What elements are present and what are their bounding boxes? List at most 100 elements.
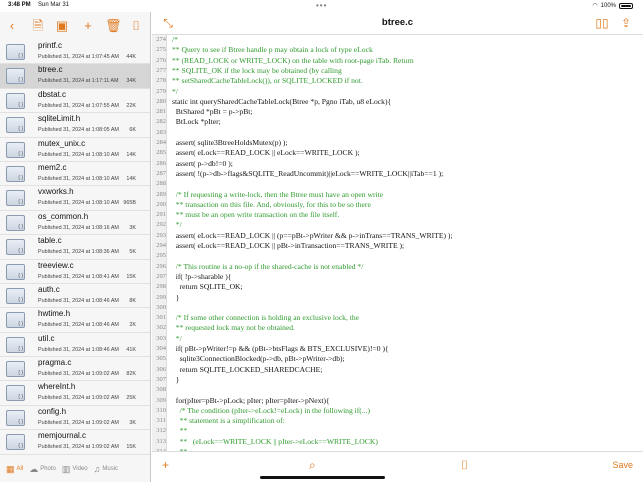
line-text: assert( !(p->db->flags&SQLITE_ReadUncomm… bbox=[172, 168, 444, 178]
file-size: 14K bbox=[126, 151, 136, 158]
tab-all[interactable]: ▦ All bbox=[6, 464, 23, 475]
c-file-icon bbox=[6, 361, 25, 378]
c-file-icon bbox=[6, 287, 25, 304]
code-line: 303 */ bbox=[152, 334, 643, 344]
file-size: 25K bbox=[126, 395, 136, 402]
file-list-item[interactable]: dbstat.c Published 31, 2024 at 1:07:55 AM… bbox=[0, 89, 150, 114]
file-list-item[interactable]: vxworks.h Published 31, 2024 at 1:08:10 A… bbox=[0, 186, 150, 211]
line-text: assert( eLock==READ_LOCK || (p==pBt->pWr… bbox=[172, 230, 453, 240]
file-date: Published 31, 2024 at 1:08:46 AM bbox=[38, 346, 119, 353]
code-line: 276 ** (READ_LOCK or WRITE_LOCK) on the t… bbox=[152, 56, 643, 66]
file-size: 22K bbox=[126, 102, 136, 109]
line-text: ** statement is a simplification of: bbox=[172, 416, 285, 426]
line-number: 303 bbox=[156, 334, 166, 342]
file-list-item[interactable]: table.c Published 31, 2024 at 1:08:36 AM 5… bbox=[0, 235, 150, 260]
line-text: ** Query to see if Btree handle p may ob… bbox=[172, 45, 373, 55]
home-indicator[interactable] bbox=[260, 476, 385, 479]
file-size: 82K bbox=[126, 371, 136, 378]
line-number: 285 bbox=[156, 149, 166, 157]
file-list-item[interactable]: btree.c Published 31, 2024 at 1:17:11 AM 3… bbox=[0, 64, 150, 89]
file-list-item[interactable]: memjournal.c Published 31, 2024 at 1:09:0… bbox=[0, 430, 150, 455]
add-icon[interactable]: + bbox=[162, 458, 169, 472]
share-icon[interactable]: ⇪ bbox=[618, 15, 634, 31]
status-time: 3:48 PM bbox=[8, 2, 31, 8]
file-list-item[interactable]: mem2.c Published 31, 2024 at 1:08:10 AM 14… bbox=[0, 162, 150, 187]
file-name: os_common.h bbox=[38, 211, 89, 221]
tab-photo[interactable]: ☁ Photo bbox=[29, 464, 56, 475]
box-icon[interactable]: ▣ bbox=[54, 18, 70, 34]
line-text: */ bbox=[172, 86, 178, 96]
file-name: table.c bbox=[38, 236, 62, 246]
back-icon[interactable]: ‹ bbox=[4, 18, 20, 34]
file-size: 5K bbox=[129, 249, 136, 256]
new-file-icon[interactable]: 🗎 bbox=[30, 18, 46, 34]
file-list-item[interactable]: whereInt.h Published 31, 2024 at 1:09:02 … bbox=[0, 381, 150, 406]
status-date: Sun Mar 31 bbox=[38, 2, 70, 8]
grid-icon: ▦ bbox=[6, 463, 15, 474]
camera-icon[interactable]: ⌷ bbox=[128, 18, 144, 34]
code-line: 285 assert( eLock==READ_LOCK || eLock==W… bbox=[152, 148, 643, 158]
camera-icon[interactable]: ⌷ bbox=[461, 458, 468, 472]
code-line: 295 bbox=[152, 251, 643, 261]
file-list-item[interactable]: mutex_unix.c Published 31, 2024 at 1:08:1… bbox=[0, 138, 150, 162]
line-text: BtLock *pIter; bbox=[172, 117, 221, 127]
file-name: sqliteLimit.h bbox=[38, 114, 81, 124]
line-text: return SQLITE_LOCKED_SHAREDCACHE; bbox=[172, 364, 323, 374]
file-list-item[interactable]: util.c Published 31, 2024 at 1:08:46 AM 41… bbox=[0, 333, 150, 358]
file-list-item[interactable]: hwtime.h Published 31, 2024 at 1:08:46 AM… bbox=[0, 308, 150, 333]
code-line: 307 } bbox=[152, 375, 643, 385]
editor-bottom-toolbar: + ⌕ ⌷ Save bbox=[152, 451, 643, 483]
line-text: ** (eLock==WRITE_LOCK || pIter->eLock==W… bbox=[172, 436, 378, 446]
multitasking-dots-icon[interactable]: ••• bbox=[316, 2, 327, 10]
line-text: */ bbox=[172, 220, 182, 230]
code-line: 286 assert( p->db!=0 ); bbox=[152, 159, 643, 169]
file-list-item[interactable]: config.h Published 31, 2024 at 1:09:02 AM… bbox=[0, 406, 150, 431]
book-icon[interactable]: ▯▯ bbox=[594, 15, 610, 31]
video-icon: ▥ bbox=[61, 463, 71, 474]
file-list[interactable]: printf.c Published 31, 2024 at 1:07:45 AM… bbox=[0, 40, 150, 460]
line-number: 274 bbox=[156, 36, 166, 43]
tab-label: Video bbox=[72, 466, 88, 472]
line-number: 290 bbox=[156, 200, 166, 208]
trash-icon[interactable]: 🗑 bbox=[105, 18, 122, 34]
line-text: } bbox=[172, 374, 180, 384]
line-text: ** requested lock may not be obtained. bbox=[172, 323, 295, 333]
line-number: 309 bbox=[156, 396, 166, 404]
c-file-icon bbox=[6, 165, 25, 182]
editor-header: ⤡ btree.c ▯▯ ⇪ bbox=[152, 12, 643, 35]
search-icon[interactable]: ⌕ bbox=[309, 458, 316, 472]
line-number: 308 bbox=[156, 386, 166, 394]
save-button[interactable]: Save bbox=[612, 460, 633, 470]
line-text: assert( sqlite3BtreeHoldsMutex(p) ); bbox=[172, 138, 288, 147]
file-date: Published 31, 2024 at 1:07:45 AM bbox=[38, 54, 119, 60]
code-editor[interactable]: 274 /* 275 ** Query to see if Btree handle … bbox=[152, 35, 643, 451]
file-list-item[interactable]: os_common.h Published 31, 2024 at 1:08:16… bbox=[0, 211, 150, 236]
tab-label: Music bbox=[102, 466, 119, 472]
line-number: 280 bbox=[156, 97, 166, 105]
file-list-item[interactable]: sqliteLimit.h Published 31, 2024 at 1:08:… bbox=[0, 113, 150, 138]
file-date: Published 31, 2024 at 1:09:02 AM bbox=[38, 371, 119, 378]
line-text: ** setSharedCacheTableLock()), or SQLITE… bbox=[172, 76, 363, 86]
file-list-item[interactable]: printf.c Published 31, 2024 at 1:07:45 AM… bbox=[0, 40, 150, 65]
add-icon[interactable]: + bbox=[80, 18, 96, 34]
line-number: 281 bbox=[156, 108, 166, 116]
line-number: 310 bbox=[156, 406, 166, 414]
sidebar-toolbar: ‹ 🗎 ▣ + 🗑 ⌷ bbox=[0, 16, 151, 38]
line-number: 284 bbox=[156, 139, 166, 146]
line-number: 283 bbox=[156, 128, 166, 136]
file-list-item[interactable]: treeview.c Published 31, 2024 at 1:08:41 … bbox=[0, 260, 150, 284]
code-line: 287 assert( !(p->db->flags&SQLITE_ReadUn… bbox=[152, 169, 643, 179]
c-file-icon bbox=[6, 214, 25, 231]
code-line: 279 */ bbox=[152, 87, 643, 97]
file-list-item[interactable]: pragma.c Published 31, 2024 at 1:09:02 AM… bbox=[0, 357, 150, 382]
line-text: ** (READ_LOCK or WRITE_LOCK) on the tabl… bbox=[172, 55, 414, 65]
line-number: 282 bbox=[156, 118, 166, 126]
file-list-item[interactable]: auth.c Published 31, 2024 at 1:08:46 AM 8K bbox=[0, 284, 150, 309]
code-line: 278 ** setSharedCacheTableLock()), or SQL… bbox=[152, 76, 643, 86]
line-number: 275 bbox=[156, 46, 166, 54]
code-line: 300 bbox=[152, 303, 643, 313]
line-text: /* bbox=[172, 35, 178, 44]
tab-video[interactable]: ▥ Video bbox=[62, 464, 88, 475]
tab-music[interactable]: ♫ Music bbox=[94, 464, 118, 474]
code-line: 298 return SQLITE_OK; bbox=[152, 282, 643, 292]
